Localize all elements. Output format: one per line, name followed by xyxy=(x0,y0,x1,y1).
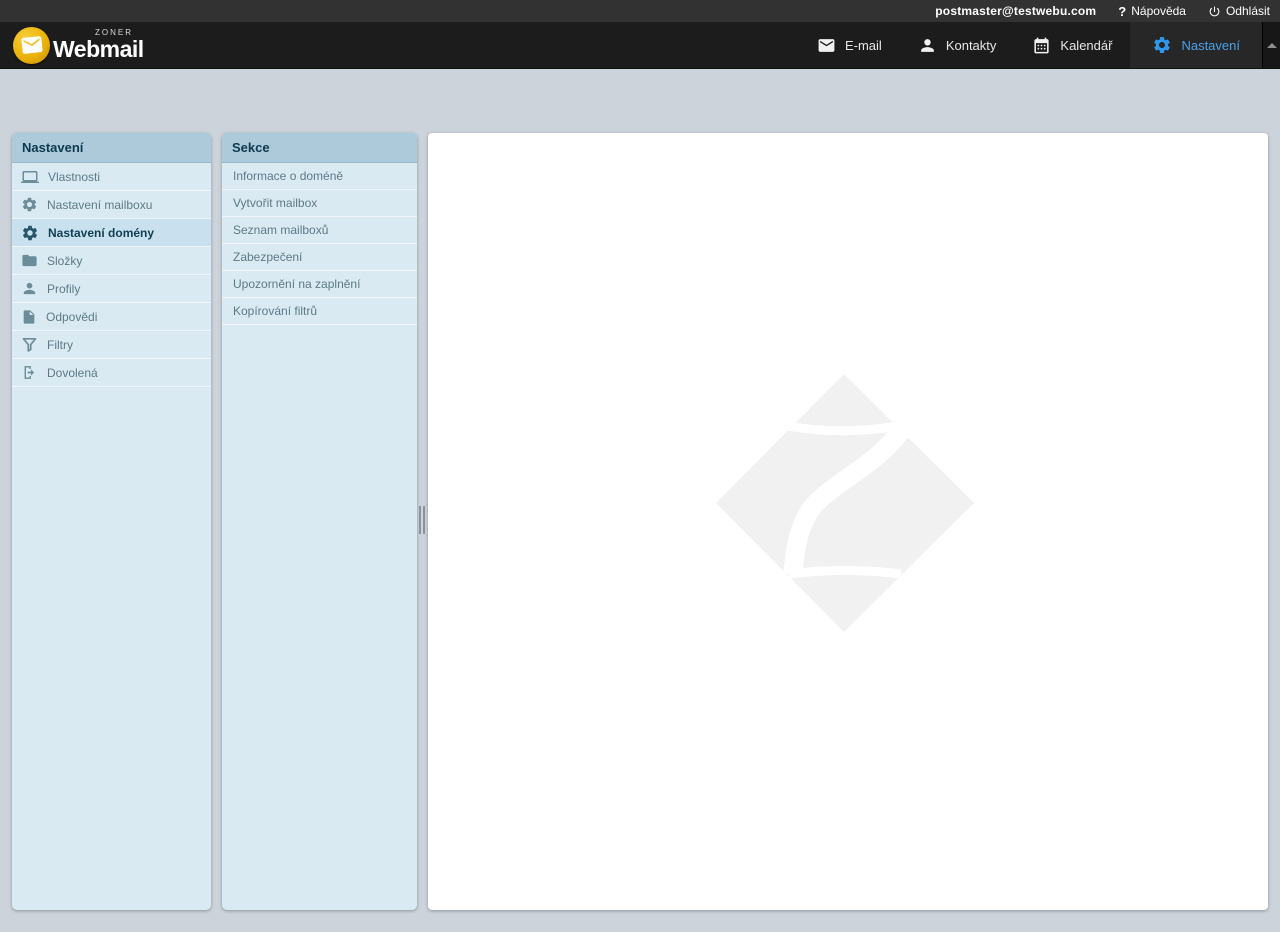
sidebar-item-nastaveni-domeny[interactable]: Nastavení domény xyxy=(12,219,211,247)
envelope-logo-icon xyxy=(13,27,50,64)
splitter-grip-icon xyxy=(419,506,425,534)
panel-splitter[interactable] xyxy=(417,133,428,910)
sidebar-item-label: Dovolená xyxy=(47,366,98,380)
section-item-upozorneni-na-zaplneni[interactable]: Upozornění na zaplnění xyxy=(222,271,417,298)
exit-icon xyxy=(21,364,38,381)
sections-panel-title: Sekce xyxy=(222,133,417,163)
section-item-label: Upozornění na zaplnění xyxy=(233,277,360,291)
folder-icon xyxy=(21,252,38,269)
sidebar-item-filtry[interactable]: Filtry xyxy=(12,331,211,359)
sidebar-item-label: Profily xyxy=(47,282,80,296)
sidebar-item-slozky[interactable]: Složky xyxy=(12,247,211,275)
sidebar-item-odpovedi[interactable]: Odpovědi xyxy=(12,303,211,331)
help-link[interactable]: ? Nápověda xyxy=(1118,4,1186,19)
sidebar-item-label: Odpovědi xyxy=(46,310,97,324)
sidebar-item-nastaveni-mailboxu[interactable]: Nastavení mailboxu xyxy=(12,191,211,219)
sidebar-item-label: Nastavení domény xyxy=(48,226,154,240)
nav-tab-label: Kalendář xyxy=(1060,38,1112,53)
section-item-label: Seznam mailboxů xyxy=(233,223,328,237)
section-item-vytvorit-mailbox[interactable]: Vytvořit mailbox xyxy=(222,190,417,217)
settings-panel-title: Nastavení xyxy=(12,133,211,163)
sidebar-item-label: Filtry xyxy=(47,338,73,352)
logged-in-user-email: postmaster@testwebu.com xyxy=(935,4,1096,18)
settings-panel: Nastavení Vlastnosti Nastavení mailboxu … xyxy=(12,133,211,910)
sidebar-item-label: Vlastnosti xyxy=(48,170,100,184)
help-label: Nápověda xyxy=(1131,4,1186,18)
top-utility-bar: postmaster@testwebu.com ? Nápověda Odhlá… xyxy=(0,0,1280,22)
gear-icon xyxy=(21,196,38,213)
logo-text: ZONER Webmail xyxy=(53,29,144,61)
content-area xyxy=(428,133,1268,910)
nav-tab-contacts[interactable]: Kontakty xyxy=(900,22,1015,68)
sidebar-item-label: Nastavení mailboxu xyxy=(47,198,152,212)
laptop-icon xyxy=(21,168,39,186)
logo-webmail-label: Webmail xyxy=(53,38,144,61)
logout-label: Odhlásit xyxy=(1226,4,1270,18)
collapse-header-button[interactable] xyxy=(1262,22,1280,68)
chevron-up-icon xyxy=(1267,43,1277,48)
section-item-label: Zabezpečení xyxy=(233,250,302,264)
nav-tab-email[interactable]: E-mail xyxy=(799,22,900,68)
sidebar-item-label: Složky xyxy=(47,254,82,268)
document-icon xyxy=(21,309,37,325)
section-item-seznam-mailboxu[interactable]: Seznam mailboxů xyxy=(222,217,417,244)
nav-tab-label: Kontakty xyxy=(946,38,997,53)
section-item-label: Kopírování filtrů xyxy=(233,304,317,318)
main-nav: E-mail Kontakty Kalendář Nastavení xyxy=(799,22,1280,68)
gear-icon xyxy=(21,224,39,242)
section-item-kopirovani-filtru[interactable]: Kopírování filtrů xyxy=(222,298,417,325)
webmail-logo[interactable]: ZONER Webmail xyxy=(0,22,144,68)
main-header: ZONER Webmail E-mail Kontakty Kalendář xyxy=(0,22,1280,69)
section-item-label: Vytvořit mailbox xyxy=(233,196,317,210)
sidebar-item-profily[interactable]: Profily xyxy=(12,275,211,303)
nav-tab-settings[interactable]: Nastavení xyxy=(1130,22,1262,68)
filter-icon xyxy=(21,336,38,353)
sections-panel: Sekce Informace o doméně Vytvořit mailbo… xyxy=(222,133,417,910)
nav-tab-label: E-mail xyxy=(845,38,882,53)
nav-tab-label: Nastavení xyxy=(1181,38,1240,53)
power-icon xyxy=(1208,5,1221,18)
section-item-zabezpeceni[interactable]: Zabezpečení xyxy=(222,244,417,271)
person-icon xyxy=(21,280,38,297)
help-icon: ? xyxy=(1118,4,1126,19)
person-icon xyxy=(918,36,937,55)
calendar-icon xyxy=(1032,36,1051,55)
envelope-icon xyxy=(817,36,836,55)
zoner-diamond-logo-watermark xyxy=(715,373,975,633)
gear-icon xyxy=(1152,35,1172,55)
nav-tab-calendar[interactable]: Kalendář xyxy=(1014,22,1130,68)
section-item-informace-o-domene[interactable]: Informace o doméně xyxy=(222,163,417,190)
sidebar-item-vlastnosti[interactable]: Vlastnosti xyxy=(12,163,211,191)
logout-link[interactable]: Odhlásit xyxy=(1208,4,1270,18)
sidebar-item-dovolena[interactable]: Dovolená xyxy=(12,359,211,387)
section-item-label: Informace o doméně xyxy=(233,169,343,183)
